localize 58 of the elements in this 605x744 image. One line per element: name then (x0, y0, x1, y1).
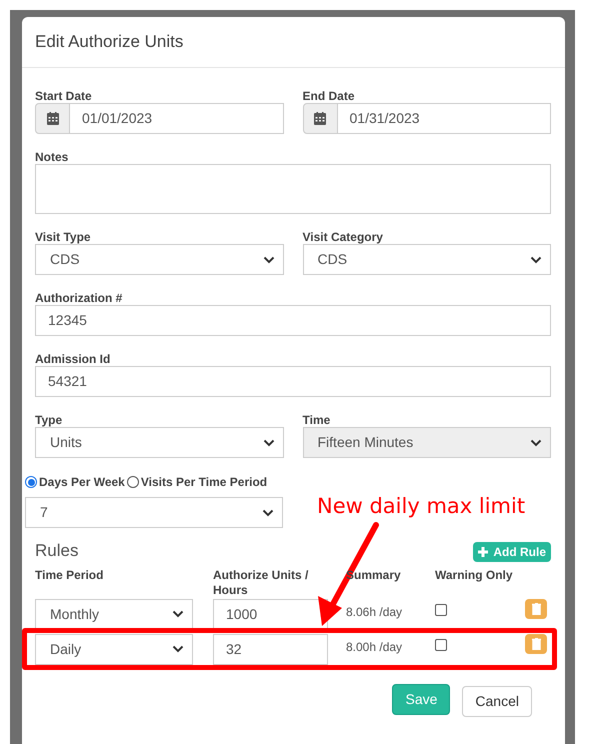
select-value: Monthly (50, 604, 100, 624)
select-field[interactable]: CDS (35, 244, 284, 275)
text-field[interactable]: 32 (213, 634, 328, 664)
text-field[interactable]: 54321 (35, 366, 551, 397)
text-field[interactable]: 1000 (213, 598, 328, 630)
chevron-down-icon (262, 508, 274, 516)
text-field[interactable]: 12345 (35, 305, 551, 336)
chevron-down-icon (262, 256, 274, 264)
select-value: CDS (50, 250, 80, 269)
column-header: Warning Only (435, 568, 514, 584)
field-label: Authorization # (35, 291, 124, 305)
calendar-icon (46, 112, 58, 125)
annotation-text: New daily max limit (317, 493, 526, 520)
select-value: CDS (318, 250, 348, 269)
field-label: Admission Id (35, 352, 112, 366)
radio-label: Visits Per Time Period (140, 474, 268, 491)
radio-button[interactable] (126, 476, 139, 488)
date-field[interactable]: 01/01/2023 (69, 103, 284, 134)
select-value: 7 (40, 503, 48, 522)
select-field[interactable]: Units (35, 427, 284, 458)
checkbox[interactable] (435, 604, 447, 616)
field-label: Visit Category (302, 230, 384, 244)
chevron-down-icon (530, 438, 542, 446)
field-label: Type (35, 413, 64, 427)
trash-icon (532, 602, 540, 614)
plus-icon (478, 546, 488, 556)
chevron-down-icon (262, 438, 274, 446)
select-value: Units (50, 433, 82, 452)
select-value: Fifteen Minutes (318, 433, 414, 452)
calendar-addon[interactable] (35, 103, 70, 134)
notes-field[interactable] (35, 164, 551, 214)
radio-button[interactable] (25, 476, 37, 488)
date-field[interactable]: 01/31/2023 (336, 103, 551, 134)
summary-text: 8.00h /day (346, 638, 404, 656)
summary-text: 8.06h /day (346, 604, 404, 620)
column-header: Time Period (35, 568, 104, 584)
chevron-down-icon (530, 256, 542, 264)
field-label: End Date (302, 89, 356, 103)
chevron-down-icon (172, 645, 184, 653)
select-field[interactable]: 7 (25, 497, 283, 528)
select-field[interactable]: Daily (35, 634, 193, 664)
select-field[interactable]: CDS (302, 244, 551, 275)
column-header: Authorize Units / Hours (213, 568, 310, 598)
cancel-button[interactable]: Cancel (462, 686, 532, 716)
radio-label: Days Per Week (39, 474, 125, 491)
field-label: Start Date (35, 89, 93, 103)
checkbox[interactable] (435, 638, 447, 650)
section-title: Rules (35, 540, 78, 562)
field-label: Time (302, 413, 332, 427)
dialog-title: Edit Authorize Units (35, 31, 184, 54)
select-value: Daily (50, 640, 82, 659)
calendar-addon[interactable] (302, 103, 338, 134)
calendar-icon (314, 112, 326, 125)
field-label: Visit Type (35, 230, 92, 244)
select-field[interactable]: Monthly (35, 598, 193, 630)
field-label: Notes (35, 150, 70, 164)
trash-icon (532, 638, 540, 650)
chevron-down-icon (172, 610, 184, 618)
